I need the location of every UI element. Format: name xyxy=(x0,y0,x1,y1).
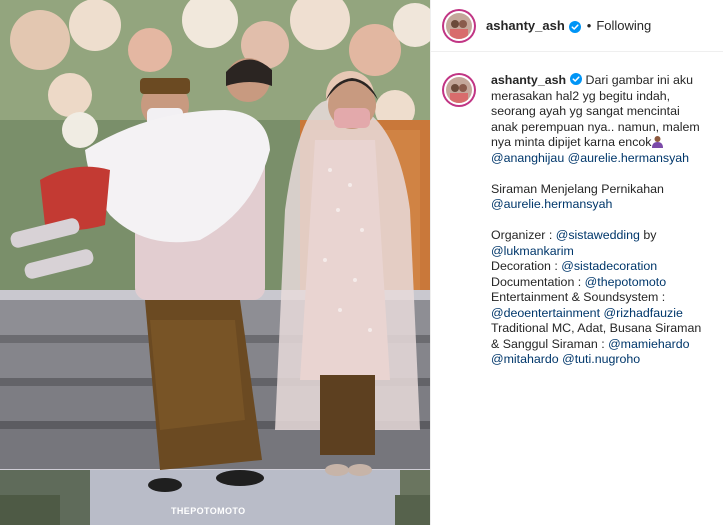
mention-link[interactable]: @mitahardo xyxy=(491,352,559,366)
caption-text-segment: Organizer : xyxy=(491,228,556,242)
photo-watermark: THEPOTOMOTO xyxy=(171,506,246,516)
avatar-image xyxy=(446,77,472,103)
caption-text-segment: Entertainment & Soundsystem : xyxy=(491,290,666,304)
header-separator-dot: • xyxy=(586,18,592,33)
caption-paragraph: ashanty_ash Dari gambar ini aku merasaka… xyxy=(491,73,709,166)
caption-paragraph: Organizer : @sistawedding by @lukmankarim… xyxy=(491,228,709,368)
person-shrugging-emoji-icon xyxy=(651,135,664,148)
header-username[interactable]: ashanty_ash xyxy=(486,18,565,33)
caption-text-segment: Siraman Menjelang Pernikahan xyxy=(491,181,664,196)
mention-link[interactable]: @aurelie.hermansyah xyxy=(568,151,689,165)
caption-paragraph: Siraman Menjelang Pernikahan @aurelie.her… xyxy=(491,182,709,213)
post-caption: ashanty_ash Dari gambar ini aku merasaka… xyxy=(442,73,717,368)
post-header: ashanty_ash • Following xyxy=(431,0,723,52)
mention-link[interactable]: @sistadecoration xyxy=(561,259,657,273)
verified-badge-icon xyxy=(568,20,581,33)
caption-text-segment: Decoration : xyxy=(491,259,562,273)
mention-link[interactable]: @aurelie.hermansyah xyxy=(491,197,612,211)
mention-link[interactable]: @tuti.nugroho xyxy=(562,352,640,366)
wedding-photo-illustration xyxy=(0,0,430,525)
header-avatar[interactable] xyxy=(442,8,476,43)
caption-body: ashanty_ash Dari gambar ini aku merasaka… xyxy=(491,73,709,368)
instagram-post: THEPOTOMOTO ashanty_ash • Following asha… xyxy=(0,0,723,525)
mention-link[interactable]: @sistawedding xyxy=(556,228,640,242)
caption-avatar[interactable] xyxy=(442,73,476,107)
avatar-image xyxy=(446,12,472,39)
mention-link[interactable]: @mamiehardo xyxy=(608,337,689,351)
following-button[interactable]: Following xyxy=(596,18,651,33)
caption-text-segment: by xyxy=(639,228,657,242)
mention-link[interactable]: @rizhadfauzie xyxy=(603,306,682,320)
mention-link[interactable]: @ananghijau xyxy=(491,151,564,165)
post-side-panel: ashanty_ash • Following ashanty_ash Dari… xyxy=(430,0,723,525)
mention-link[interactable]: @lukmankarim xyxy=(491,244,574,258)
mention-link[interactable]: @deoentertainment xyxy=(491,306,600,320)
mention-link[interactable]: @thepotomoto xyxy=(585,275,666,289)
verified-badge-icon xyxy=(570,73,583,85)
post-photo[interactable]: THEPOTOMOTO xyxy=(0,0,430,525)
caption-text-segment: Documentation : xyxy=(491,274,585,289)
caption-username[interactable]: ashanty_ash xyxy=(491,73,566,87)
